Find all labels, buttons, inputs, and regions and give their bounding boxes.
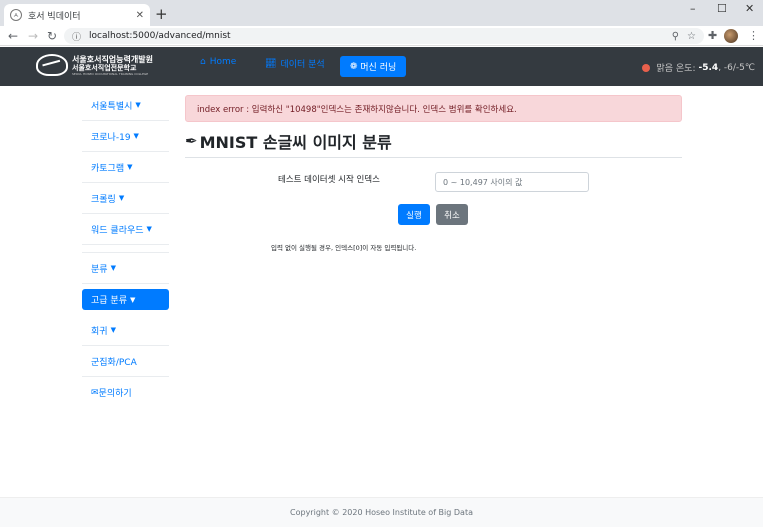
sidebar-divider — [82, 245, 169, 253]
sidebar-item-corona[interactable]: 코로나-19 ▼ — [82, 121, 169, 152]
reload-icon[interactable]: ↻ — [47, 29, 57, 43]
sidebar-item-contact[interactable]: ✉ 문의하기 — [82, 377, 169, 408]
sidebar-item-crawling[interactable]: 크롤링 ▼ — [82, 183, 169, 214]
new-tab-icon[interactable]: + — [155, 5, 168, 23]
back-arrow-icon[interactable]: ← — [8, 29, 18, 43]
hoseo-favicon-icon: ㅅ — [10, 9, 22, 21]
start-index-input[interactable] — [435, 172, 589, 192]
sidebar-item-wordcloud[interactable]: 워드 클라우드 ▼ — [82, 214, 169, 245]
brand-logo-link[interactable]: 서울호서직업능력개발원 서울호서직업전문학교 SEOUL HOSEO OCCUP… — [36, 54, 153, 76]
sidebar-item-label: 크롤링 — [91, 194, 116, 205]
tab-title: 호서 빅데이터 — [28, 11, 81, 22]
pen-nib-icon: ✒ — [185, 132, 198, 150]
zoom-icon[interactable]: ⚲ — [672, 31, 679, 42]
cancel-button[interactable]: 취소 — [436, 204, 468, 225]
sidebar-item-label: 문의하기 — [98, 389, 132, 399]
brand-name-line1: 서울호서직업능력개발원 — [72, 54, 153, 64]
browser-tab[interactable]: ㅅ 호서 빅데이터 ✕ — [4, 4, 150, 26]
url-text[interactable]: localhost:5000/advanced/mnist — [89, 31, 664, 41]
sidebar-item-regression[interactable]: 회귀 ▼ — [82, 315, 169, 346]
sidebar-item-label: 코로나-19 — [91, 132, 131, 143]
nav-machine-learning-label: 머신 러닝 — [360, 63, 397, 73]
extensions-puzzle-icon[interactable]: ✚ — [708, 29, 717, 42]
school-logo-icon — [36, 54, 68, 76]
sidebar-item-label: 카토그램 — [91, 163, 125, 174]
sidebar-item-label: 워드 클라우드 — [91, 225, 144, 236]
sidebar: 서울특별시 ▼ 코로나-19 ▼ 카토그램 ▼ 크롤링 ▼ 워드 클라우드 ▼ 분류 ▼ 고… — [82, 90, 169, 408]
weather-sun-icon — [642, 63, 651, 72]
caret-down-icon: ▼ — [133, 132, 139, 140]
profile-avatar[interactable] — [724, 29, 738, 43]
url-omnibox[interactable]: ⓘ localhost:5000/advanced/mnist ⚲ ☆ — [64, 28, 704, 44]
close-tab-icon[interactable]: ✕ — [136, 10, 144, 21]
maximize-icon[interactable]: ☐ — [717, 2, 727, 15]
error-alert: index error : 입력하신 "10498"인덱스는 존재하지않습니다.… — [185, 95, 682, 122]
nav-data-analysis-link[interactable]: 📈︎ 데이터 분석 — [265, 57, 325, 71]
sidebar-item-label: 군집화/PCA — [91, 357, 137, 368]
home-icon: ⌂ — [200, 57, 206, 67]
sidebar-item-label: 분류 — [91, 264, 108, 275]
title-divider — [185, 157, 682, 158]
bookmark-star-icon[interactable]: ☆ — [687, 31, 696, 42]
info-icon[interactable]: ⓘ — [72, 30, 81, 43]
page-title-text: MNIST 손글씨 이미지 분류 — [199, 133, 392, 152]
sidebar-item-classification[interactable]: 분류 ▼ — [82, 253, 169, 284]
caret-down-icon: ▼ — [110, 326, 116, 334]
footer: Copyright © 2020 Hoseo Institute of Big … — [0, 497, 763, 527]
input-hint-text: 입력 없이 실행될 경우, 인덱스[0]이 자동 입력됩니다. — [271, 244, 417, 252]
forward-arrow-icon[interactable]: → — [28, 29, 38, 43]
page-title: ✒ MNIST 손글씨 이미지 분류 — [185, 129, 392, 153]
sidebar-item-advanced-classification[interactable]: 고급 분류 ▼ — [82, 289, 169, 310]
minimize-icon[interactable]: – — [690, 2, 696, 15]
weather-widget: 맑음 온도: -5.4 , -6/-5℃ — [642, 61, 755, 74]
menu-kebab-icon[interactable]: ⋮ — [748, 29, 759, 42]
browser-tab-bar: ㅅ 호서 빅데이터 ✕ + – ☐ ✕ — [0, 0, 763, 26]
caret-down-icon: ▼ — [118, 194, 125, 202]
caret-down-icon: ▼ — [110, 264, 116, 272]
weather-range: , -6/-5℃ — [718, 62, 755, 73]
sidebar-item-label: 고급 분류 — [91, 296, 127, 306]
close-window-icon[interactable]: ✕ — [745, 2, 754, 15]
brain-icon: ❁ — [349, 61, 358, 72]
error-alert-text: index error : 입력하신 "10498"인덱스는 존재하지않습니다.… — [197, 104, 517, 115]
sidebar-item-label: 회귀 — [91, 326, 108, 337]
start-index-label: 테스트 데이터셋 시작 인덱스 — [278, 175, 380, 185]
copyright-text: Copyright © 2020 Hoseo Institute of Big … — [290, 508, 473, 517]
brand-name-line2: 서울호서직업전문학교 — [72, 63, 137, 72]
chart-line-icon: 📈︎ — [265, 58, 277, 69]
address-bar: ← → ↻ ⓘ localhost:5000/advanced/mnist ⚲ … — [0, 26, 763, 46]
caret-down-icon: ▼ — [129, 295, 136, 304]
weather-temperature: -5.4 — [698, 62, 719, 73]
nav-machine-learning-link[interactable]: ❁ 머신 러닝 — [340, 56, 406, 77]
nav-home-link[interactable]: ⌂ Home — [200, 57, 236, 67]
sidebar-item-seoul[interactable]: 서울특별시 ▼ — [82, 90, 169, 121]
caret-down-icon: ▼ — [146, 225, 152, 233]
nav-data-analysis-label: 데이터 분석 — [280, 60, 325, 70]
sidebar-item-label: 서울특별시 — [91, 101, 133, 112]
weather-label: 맑음 온도: — [656, 64, 696, 74]
sidebar-item-cartogram[interactable]: 카토그램 ▼ — [82, 152, 169, 183]
nav-home-label: Home — [209, 57, 237, 67]
caret-down-icon: ▼ — [135, 101, 141, 109]
sidebar-item-clustering-pca[interactable]: 군집화/PCA — [82, 346, 169, 377]
envelope-icon: ✉ — [91, 387, 99, 398]
brand-name-english: SEOUL HOSEO OCCUPATIONAL TRAINING COLLEG… — [72, 71, 149, 76]
caret-down-icon: ▼ — [127, 163, 133, 171]
run-button[interactable]: 실행 — [398, 204, 430, 225]
